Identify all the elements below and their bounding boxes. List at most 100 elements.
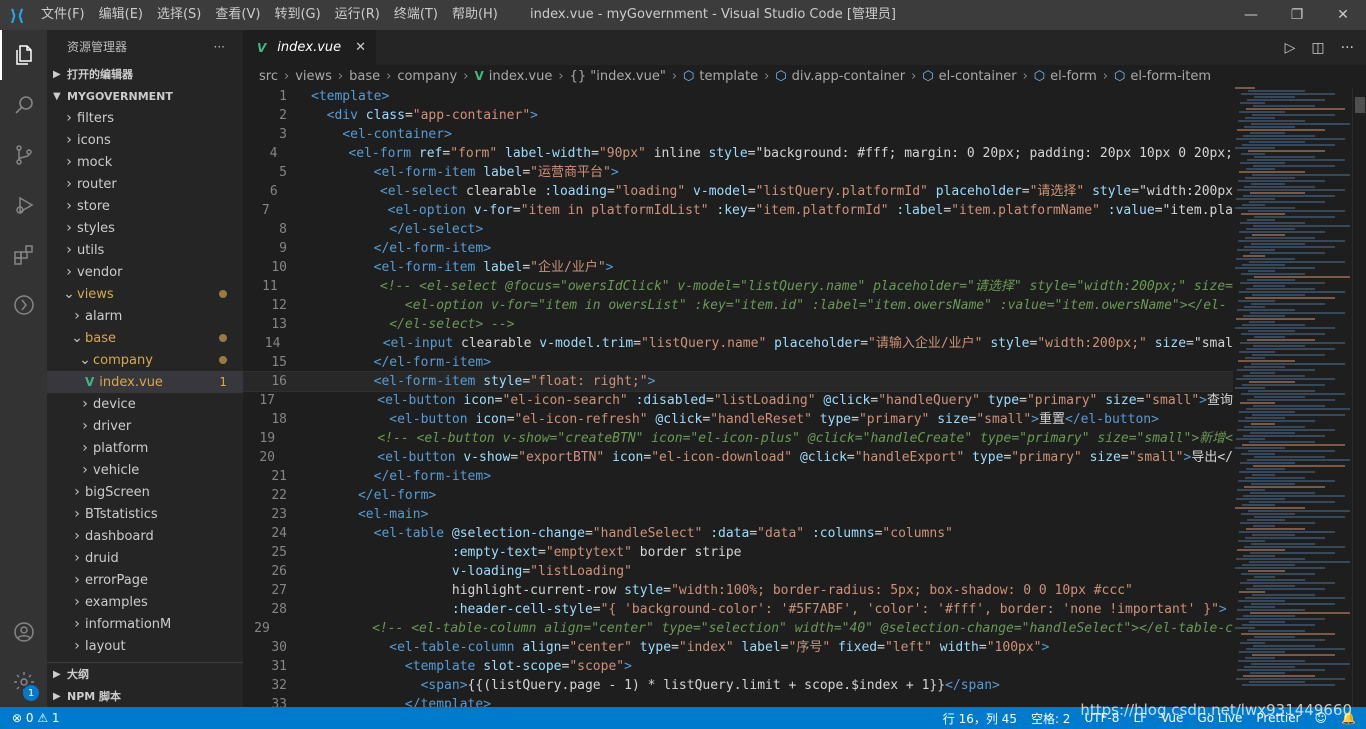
code-line[interactable]: 21 </el-form-item>: [243, 467, 1233, 486]
tree-item[interactable]: › alarm: [47, 305, 243, 327]
problems-indicator[interactable]: ⊗ 0 ⚠ 1: [12, 711, 60, 725]
code-line[interactable]: 28 :header-cell-style="{ 'background-col…: [243, 600, 1233, 619]
breadcrumb-item[interactable]: div.app-container: [792, 69, 905, 84]
account-icon[interactable]: [0, 607, 47, 657]
open-editors-section[interactable]: ▶ 打开的编辑器: [47, 63, 243, 85]
tree-item[interactable]: › vendor: [47, 261, 243, 283]
code-editor[interactable]: 1 <template> 2 <div class="app-container">…: [243, 87, 1233, 707]
tree-item[interactable]: › layout: [47, 635, 243, 657]
tree-item[interactable]: › device: [47, 393, 243, 415]
remote-icon[interactable]: [0, 280, 47, 330]
menu-item[interactable]: 查看(V): [208, 0, 267, 30]
restore-icon[interactable]: ❐: [1274, 0, 1320, 30]
code-line[interactable]: 3 <el-container>: [243, 125, 1233, 144]
breadcrumb-item[interactable]: src: [259, 69, 278, 84]
code-line[interactable]: 8 </el-select>: [243, 220, 1233, 239]
breadcrumb-item[interactable]: el-container: [939, 69, 1017, 84]
tree-item[interactable]: › errorPage: [47, 569, 243, 591]
tree-item[interactable]: › router: [47, 173, 243, 195]
run-icon[interactable]: ▷: [1285, 40, 1296, 56]
settings-gear-icon[interactable]: 1: [0, 657, 47, 707]
tree-item[interactable]: › store: [47, 195, 243, 217]
code-line[interactable]: 14 <el-input clearable v-model.trim="lis…: [243, 334, 1233, 353]
tree-item[interactable]: › bigScreen: [47, 481, 243, 503]
outline-section[interactable]: ▶ 大纲: [47, 663, 243, 685]
code-line[interactable]: 27 highlight-current-row style="width:10…: [243, 581, 1233, 600]
code-line[interactable]: 25 :empty-text="emptytext" border stripe: [243, 543, 1233, 562]
tree-item[interactable]: ⌄ company: [47, 349, 243, 371]
extensions-icon[interactable]: [0, 230, 47, 280]
explorer-icon[interactable]: [0, 30, 47, 80]
code-line[interactable]: 32 <span>{{(listQuery.page - 1) * listQu…: [243, 676, 1233, 695]
npm-scripts-section[interactable]: ▶ NPM 脚本: [47, 685, 243, 707]
minimize-icon[interactable]: —: [1228, 0, 1274, 30]
tree-item[interactable]: › utils: [47, 239, 243, 261]
project-section[interactable]: ▼ MYGOVERNMENT: [47, 85, 243, 107]
code-line[interactable]: 9 </el-form-item>: [243, 239, 1233, 258]
code-line[interactable]: 18 <el-button icon="el-icon-refresh" @cl…: [243, 410, 1233, 429]
code-line[interactable]: 11 <!-- <el-select @focus="owersIdClick"…: [243, 277, 1233, 296]
tree-item[interactable]: › druid: [47, 547, 243, 569]
menu-item[interactable]: 编辑(E): [92, 0, 150, 30]
code-line[interactable]: 19 <!-- <el-button v-show="createBTN" ic…: [243, 429, 1233, 448]
tree-item[interactable]: Vindex.vue 1: [47, 371, 243, 393]
indentation[interactable]: 空格: 2: [1031, 710, 1071, 727]
menu-item[interactable]: 运行(R): [328, 0, 387, 30]
menu-item[interactable]: 帮助(H): [445, 0, 505, 30]
tree-item[interactable]: ⌄ base: [47, 327, 243, 349]
vertical-scrollbar[interactable]: [1352, 87, 1366, 707]
menu-item[interactable]: 选择(S): [150, 0, 208, 30]
tab-index-vue[interactable]: V index.vue ✕: [243, 30, 377, 65]
cursor-position[interactable]: 行 16，列 45: [943, 710, 1017, 727]
code-line[interactable]: 6 <el-select clearable :loading="loading…: [243, 182, 1233, 201]
breadcrumb-item[interactable]: views: [295, 69, 332, 84]
search-icon[interactable]: [0, 80, 47, 130]
code-line[interactable]: 30 <el-table-column align="center" type=…: [243, 638, 1233, 657]
tree-item[interactable]: › BTstatistics: [47, 503, 243, 525]
breadcrumb-item[interactable]: index.vue: [489, 69, 553, 84]
code-line[interactable]: 15 </el-form-item>: [243, 353, 1233, 372]
tree-item[interactable]: › icons: [47, 129, 243, 151]
close-icon[interactable]: ✕: [1320, 0, 1366, 30]
breadcrumb-item[interactable]: base: [349, 69, 380, 84]
tree-item[interactable]: › vehicle: [47, 459, 243, 481]
split-editor-icon[interactable]: ◫: [1311, 40, 1324, 56]
code-line[interactable]: 12 <el-option v-for="item in owersList" …: [243, 296, 1233, 315]
menu-item[interactable]: 文件(F): [34, 0, 92, 30]
code-line[interactable]: 5 <el-form-item label="运营商平台">: [243, 163, 1233, 182]
breadcrumb-item[interactable]: el-form-item: [1130, 69, 1211, 84]
code-line[interactable]: 24 <el-table @selection-change="handleSe…: [243, 524, 1233, 543]
more-actions-icon[interactable]: ···: [214, 40, 225, 54]
code-line[interactable]: 23 <el-main>: [243, 505, 1233, 524]
minimap[interactable]: [1235, 87, 1350, 707]
code-line[interactable]: 13 </el-select> -->: [243, 315, 1233, 334]
code-line[interactable]: 20 <el-button v-show="exportBTN" icon="e…: [243, 448, 1233, 467]
breadcrumb-item[interactable]: el-form: [1050, 69, 1097, 84]
tree-item[interactable]: ⌄ views: [47, 283, 243, 305]
code-line[interactable]: 26 v-loading="listLoading": [243, 562, 1233, 581]
tree-item[interactable]: › dashboard: [47, 525, 243, 547]
code-line[interactable]: 16 <el-form-item style="float: right;">: [243, 371, 1233, 392]
code-line[interactable]: 7 <el-option v-for="item in platformIdLi…: [243, 201, 1233, 220]
tree-item[interactable]: › platform: [47, 437, 243, 459]
more-actions-icon[interactable]: ···: [1341, 40, 1354, 56]
breadcrumb-item[interactable]: {} "index.vue": [570, 69, 666, 84]
tree-item[interactable]: › mock: [47, 151, 243, 173]
menu-item[interactable]: 终端(T): [387, 0, 445, 30]
code-line[interactable]: 17 <el-button icon="el-icon-search" :dis…: [243, 391, 1233, 410]
close-tab-icon[interactable]: ✕: [355, 40, 366, 55]
menu-item[interactable]: 转到(G): [267, 0, 327, 30]
code-line[interactable]: 4 <el-form ref="form" label-width="90px"…: [243, 144, 1233, 163]
code-line[interactable]: 31 <template slot-scope="scope">: [243, 657, 1233, 676]
breadcrumb-item[interactable]: company: [397, 69, 457, 84]
breadcrumb-item[interactable]: template: [699, 69, 758, 84]
scroll-thumb[interactable]: [1355, 97, 1365, 113]
debug-icon[interactable]: [0, 180, 47, 230]
code-line[interactable]: 10 <el-form-item label="企业/业户">: [243, 258, 1233, 277]
code-line[interactable]: 1 <template>: [243, 87, 1233, 106]
code-line[interactable]: 22 </el-form>: [243, 486, 1233, 505]
tree-item[interactable]: › driver: [47, 415, 243, 437]
tree-item[interactable]: › filters: [47, 107, 243, 129]
code-line[interactable]: 29 <!-- <el-table-column align="center" …: [243, 619, 1233, 638]
tree-item[interactable]: › styles: [47, 217, 243, 239]
